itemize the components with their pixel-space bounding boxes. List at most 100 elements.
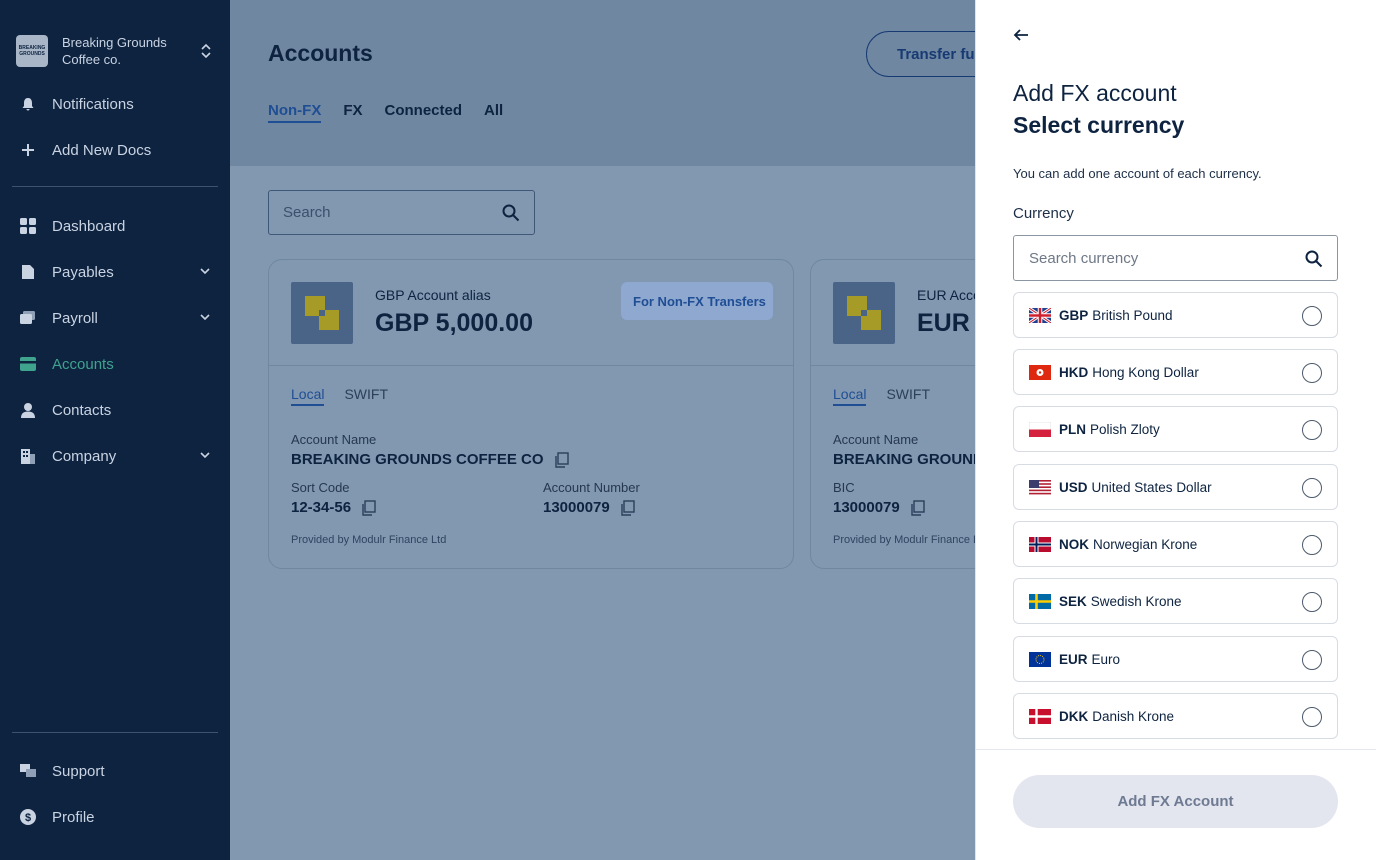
sidebar-item-add-new-docs[interactable]: Add New Docs <box>20 138 212 162</box>
tab-swift[interactable]: SWIFT <box>344 386 388 406</box>
account-alias: GBP Account alias <box>375 287 491 303</box>
bic-label: BIC <box>833 480 855 495</box>
currency-name: Hong Kong Dollar <box>1092 364 1199 380</box>
account-name-label: Account Name <box>291 432 377 447</box>
currency-option-eur[interactable]: EUR Euro <box>1013 636 1338 682</box>
tab-local[interactable]: Local <box>291 386 325 406</box>
copy-icon[interactable] <box>910 499 926 516</box>
currency-name: Euro <box>1091 651 1121 667</box>
person-icon <box>20 402 36 418</box>
back-arrow-icon[interactable] <box>1012 26 1030 44</box>
currency-search-input[interactable]: Search currency <box>1013 235 1338 281</box>
currency-option-gbp[interactable]: GBP British Pound <box>1013 292 1338 338</box>
bic-value: 13000079 <box>833 499 926 516</box>
sidebar-item-notifications[interactable]: Notifications <box>20 92 212 116</box>
sidebar-item-label: Support <box>52 762 105 780</box>
sidebar-item-label: Payroll <box>52 309 98 327</box>
copy-icon[interactable] <box>554 451 570 468</box>
account-name-label: Account Name <box>833 432 919 447</box>
accounts-search-input[interactable]: Search <box>268 190 535 235</box>
sidebar-item-label: Payables <box>52 263 114 281</box>
dk-flag-icon <box>1029 708 1051 724</box>
tab-all[interactable]: All <box>484 102 503 123</box>
sort-code-label: Sort Code <box>291 480 350 495</box>
currency-code: USD <box>1059 479 1088 495</box>
currency-name: Polish Zloty <box>1090 421 1160 437</box>
currency-radio[interactable] <box>1302 707 1322 727</box>
sort-code-text: 12-34-56 <box>291 499 352 516</box>
sidebar-item-label: Dashboard <box>52 217 126 235</box>
currency-option-usd[interactable]: USD United States Dollar <box>1013 464 1338 510</box>
sidebar-item-accounts[interactable]: Accounts <box>20 352 212 376</box>
org-switcher[interactable]: BREAKING GROUNDS Breaking Grounds Coffee… <box>16 34 216 68</box>
currency-name: Norwegian Krone <box>1093 536 1198 552</box>
currency-name: United States Dollar <box>1091 479 1212 495</box>
currency-label: Currency <box>1013 205 1074 222</box>
sidebar-item-label: Profile <box>52 808 95 826</box>
org-logo: BREAKING GROUNDS <box>16 35 48 67</box>
no-flag-icon <box>1029 536 1051 552</box>
pl-flag-icon <box>1029 421 1051 437</box>
account-name-text: BREAKING GROUNDS COFFEE CO <box>291 451 544 468</box>
currency-radio[interactable] <box>1302 535 1322 555</box>
sidebar-item-support[interactable]: Support <box>20 759 212 783</box>
account-tabs: Non-FX FX Connected All <box>268 102 503 123</box>
tab-non-fx[interactable]: Non-FX <box>268 102 322 123</box>
copy-icon[interactable] <box>620 499 636 516</box>
account-balance: GBP 5,000.00 <box>375 309 533 337</box>
tab-fx[interactable]: FX <box>343 102 362 123</box>
sidebar: BREAKING GROUNDS Breaking Grounds Coffee… <box>0 0 230 860</box>
sidebar-item-company[interactable]: Company <box>20 444 212 468</box>
copy-icon[interactable] <box>361 499 377 516</box>
panel-footer-divider <box>976 749 1376 750</box>
sidebar-item-label: Notifications <box>52 95 134 113</box>
sidebar-item-profile[interactable]: $ Profile <box>20 805 212 829</box>
currency-option-nok[interactable]: NOK Norwegian Krone <box>1013 521 1338 567</box>
currency-radio[interactable] <box>1302 478 1322 498</box>
currency-radio[interactable] <box>1302 306 1322 326</box>
account-number-label: Account Number <box>543 480 640 495</box>
org-name: Breaking Grounds Coffee co. <box>62 35 167 67</box>
search-placeholder: Search <box>283 204 331 221</box>
currency-radio[interactable] <box>1302 650 1322 670</box>
tab-connected[interactable]: Connected <box>385 102 463 123</box>
tab-local[interactable]: Local <box>833 386 867 406</box>
provider-note: Provided by Modulr Finance Ltd <box>833 534 989 546</box>
currency-name: British Pound <box>1092 307 1173 323</box>
currency-option-pln[interactable]: PLN Polish Zloty <box>1013 406 1338 452</box>
sidebar-item-contacts[interactable]: Contacts <box>20 398 212 422</box>
search-icon <box>502 204 520 222</box>
sidebar-item-payables[interactable]: Payables <box>20 260 212 284</box>
chevron-down-icon[interactable] <box>198 448 212 462</box>
tab-swift[interactable]: SWIFT <box>886 386 930 406</box>
bell-icon <box>20 96 36 112</box>
account-logo <box>291 282 353 344</box>
account-card[interactable]: GBP Account alias GBP 5,000.00 For Non-F… <box>268 259 794 569</box>
sidebar-item-label: Contacts <box>52 401 112 419</box>
chevron-down-icon[interactable] <box>198 264 212 278</box>
currency-radio[interactable] <box>1302 420 1322 440</box>
hk-flag-icon <box>1029 364 1051 380</box>
document-icon <box>20 264 36 280</box>
search-placeholder: Search currency <box>1029 250 1139 267</box>
currency-code: PLN <box>1059 421 1086 437</box>
currency-option-dkk[interactable]: DKK Danish Krone <box>1013 693 1338 739</box>
add-fx-account-button[interactable]: Add FX Account <box>1013 775 1338 828</box>
accounts-icon <box>20 356 36 372</box>
currency-name: Swedish Krone <box>1090 593 1182 609</box>
panel-title: Add FX account <box>1013 80 1177 106</box>
currency-radio[interactable] <box>1302 363 1322 383</box>
currency-radio[interactable] <box>1302 592 1322 612</box>
currency-option-hkd[interactable]: HKD Hong Kong Dollar <box>1013 349 1338 395</box>
switch-icon <box>201 43 211 59</box>
plus-icon <box>20 142 36 158</box>
chat-icon <box>20 763 36 779</box>
sidebar-item-dashboard[interactable]: Dashboard <box>20 214 212 238</box>
chevron-down-icon[interactable] <box>198 310 212 324</box>
panel-note: You can add one account of each currency… <box>1013 166 1262 181</box>
currency-code: HKD <box>1059 364 1089 380</box>
currency-option-sek[interactable]: SEK Swedish Krone <box>1013 578 1338 624</box>
wallet-icon <box>20 310 36 326</box>
sidebar-item-label: Accounts <box>52 355 114 373</box>
sidebar-item-payroll[interactable]: Payroll <box>20 306 212 330</box>
